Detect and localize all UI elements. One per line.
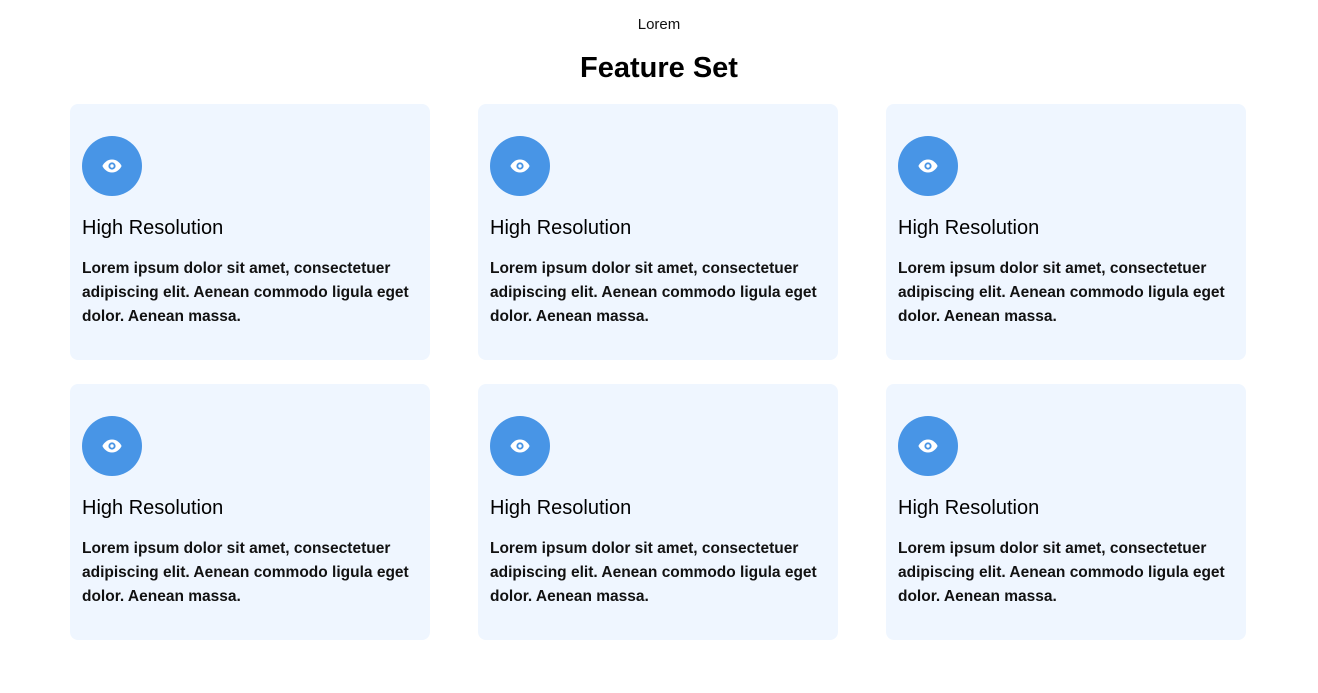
feature-card: High Resolution Lorem ipsum dolor sit am… — [886, 104, 1246, 360]
section-eyebrow: Lorem — [637, 16, 681, 33]
feature-grid: High Resolution Lorem ipsum dolor sit am… — [70, 104, 1246, 640]
feature-card: High Resolution Lorem ipsum dolor sit am… — [478, 384, 838, 640]
feature-card: High Resolution Lorem ipsum dolor sit am… — [70, 104, 430, 360]
feature-title: High Resolution — [490, 497, 632, 519]
feature-title: High Resolution — [490, 217, 632, 239]
eye-icon — [82, 136, 142, 196]
page-title: Feature Set — [580, 52, 738, 84]
eye-icon — [898, 416, 958, 476]
feature-title: High Resolution — [82, 217, 224, 239]
feature-description: Lorem ipsum dolor sit amet, consectetuer… — [490, 260, 817, 325]
feature-title: High Resolution — [898, 217, 1040, 239]
feature-card: High Resolution Lorem ipsum dolor sit am… — [70, 384, 430, 640]
eye-icon — [490, 136, 550, 196]
feature-title: High Resolution — [898, 497, 1040, 519]
feature-description: Lorem ipsum dolor sit amet, consectetuer… — [82, 260, 409, 325]
eye-icon — [82, 416, 142, 476]
feature-card: High Resolution Lorem ipsum dolor sit am… — [886, 384, 1246, 640]
feature-description: Lorem ipsum dolor sit amet, consectetuer… — [82, 540, 409, 605]
feature-title: High Resolution — [82, 497, 224, 519]
feature-description: Lorem ipsum dolor sit amet, consectetuer… — [490, 540, 817, 605]
feature-description: Lorem ipsum dolor sit amet, consectetuer… — [898, 540, 1225, 605]
feature-card: High Resolution Lorem ipsum dolor sit am… — [478, 104, 838, 360]
eye-icon — [898, 136, 958, 196]
eye-icon — [490, 416, 550, 476]
feature-description: Lorem ipsum dolor sit amet, consectetuer… — [898, 260, 1225, 325]
